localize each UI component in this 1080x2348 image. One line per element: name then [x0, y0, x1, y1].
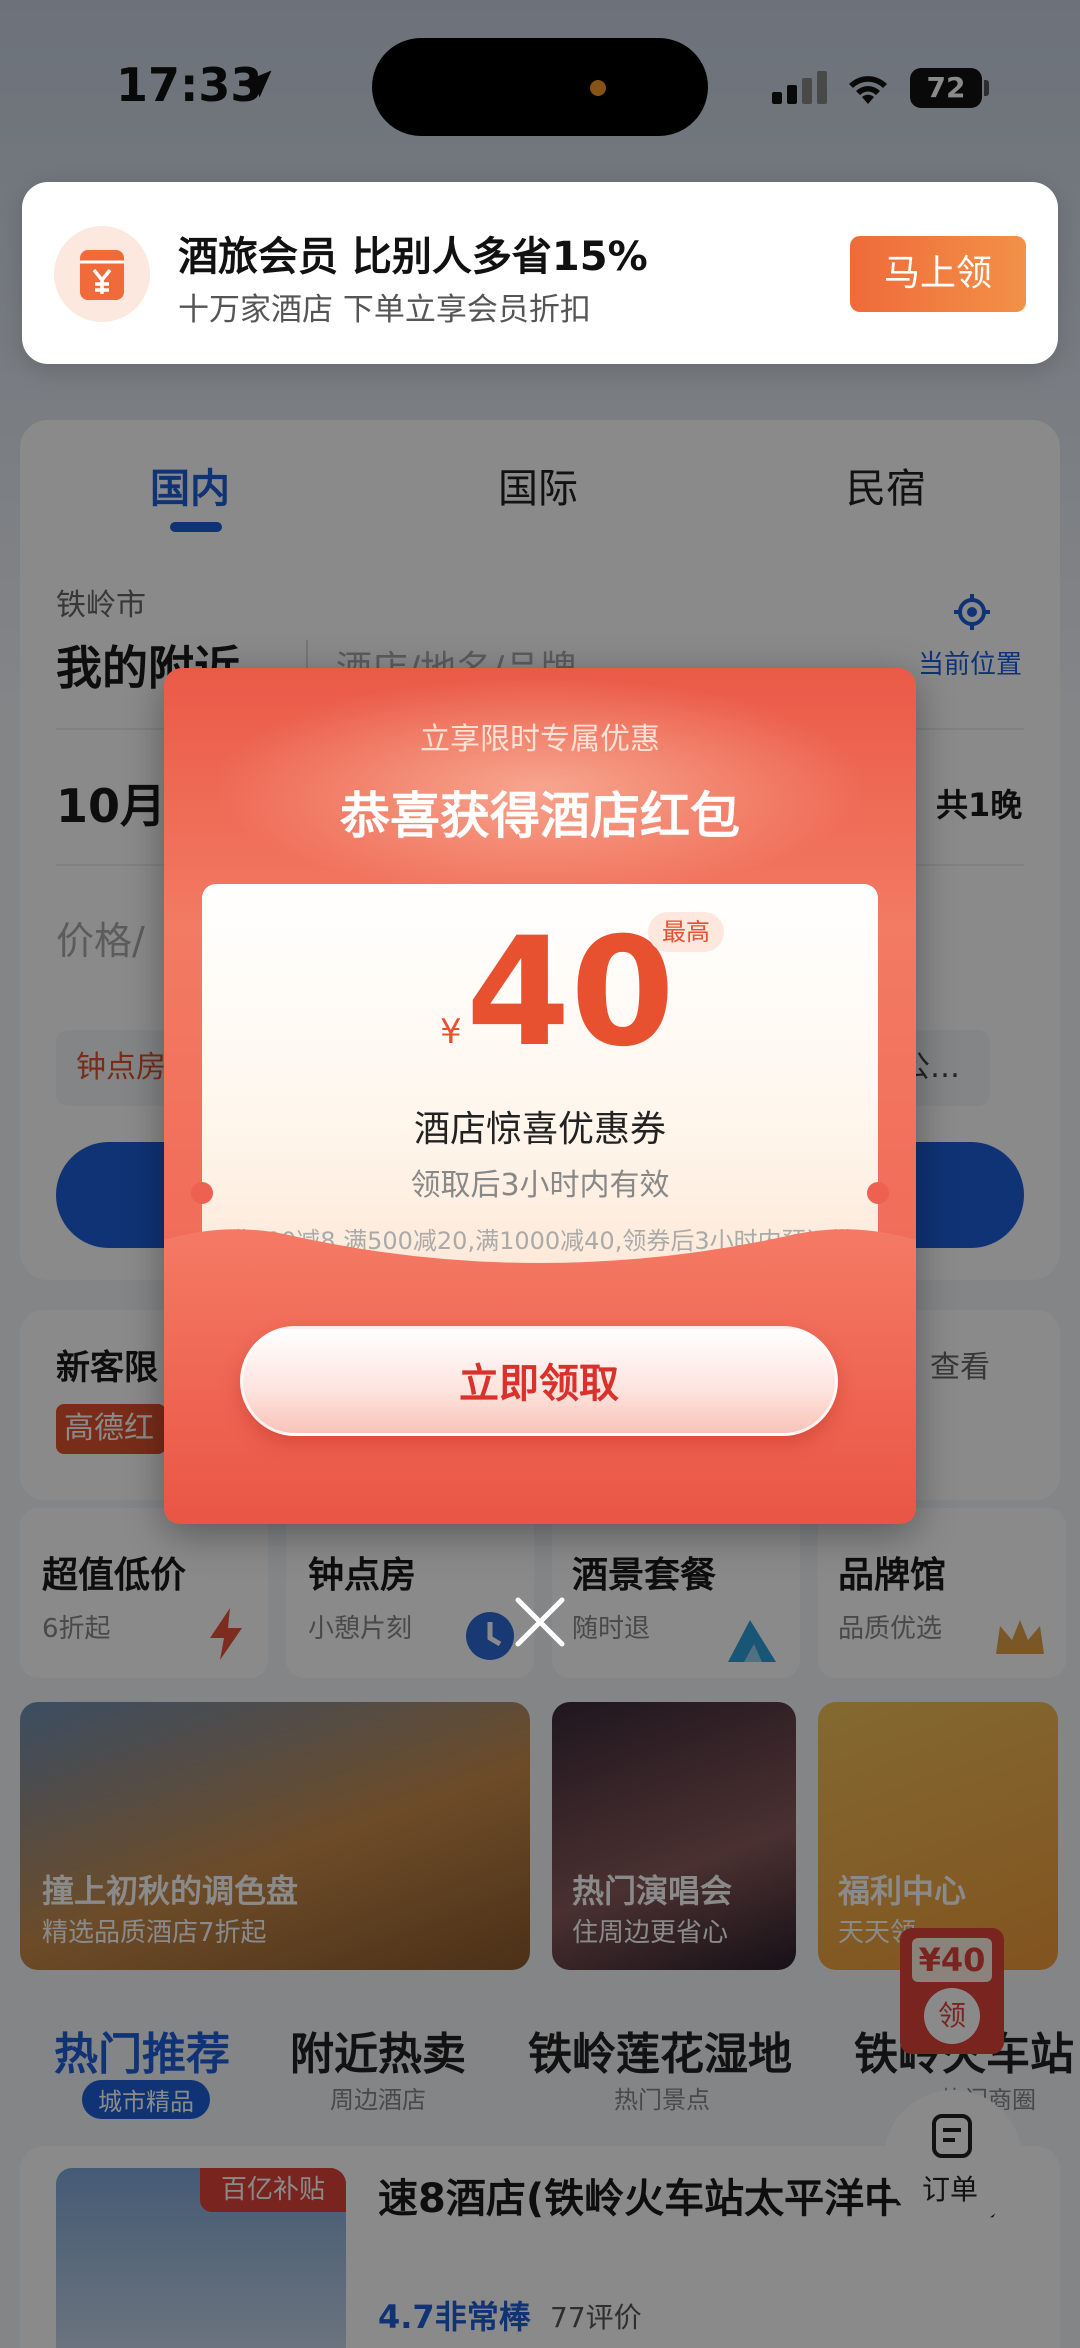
close-icon[interactable] — [508, 1590, 572, 1654]
coupon-amount: 40 — [466, 906, 675, 1080]
yen-coupon-icon — [80, 250, 124, 300]
coupon-name: 酒店惊喜优惠券 — [413, 1109, 666, 1150]
claim-now-button[interactable]: 立即领取 — [240, 1326, 838, 1436]
coupon-validity: 领取后3小时内有效 — [410, 1168, 670, 1203]
notification-title: 酒旅会员 比别人多省15% — [178, 234, 648, 280]
coupon-currency: ¥ — [440, 1012, 462, 1052]
modal-title: 恭喜获得酒店红包 — [340, 787, 740, 845]
notification-subtitle: 十万家酒店 下单立享会员折扣 — [178, 292, 591, 328]
modal-kicker: 立享限时专属优惠 — [420, 722, 660, 757]
max-badge: 最高 — [648, 912, 724, 952]
claim-membership-button[interactable]: 马上领 — [850, 236, 1026, 312]
